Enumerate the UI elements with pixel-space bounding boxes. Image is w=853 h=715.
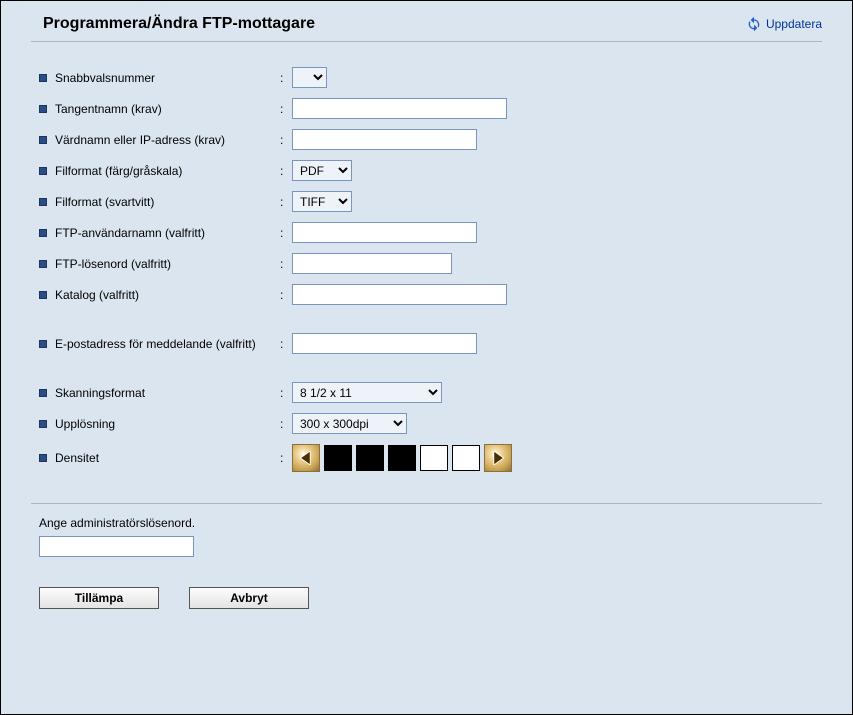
file-format-color-select[interactable]: PDF bbox=[292, 160, 352, 181]
cancel-button[interactable]: Avbryt bbox=[189, 587, 309, 609]
colon: : bbox=[280, 133, 292, 147]
colon: : bbox=[280, 102, 292, 116]
label-catalog: Katalog (valfritt) bbox=[55, 288, 280, 302]
email-notify-input[interactable] bbox=[292, 333, 477, 354]
bullet-icon bbox=[39, 198, 47, 206]
main-frame: Programmera/Ändra FTP-mottagare Uppdater… bbox=[0, 0, 853, 715]
row-catalog: Katalog (valfritt) : bbox=[31, 279, 822, 310]
catalog-input[interactable] bbox=[292, 284, 507, 305]
label-ftp-user: FTP-användarnamn (valfritt) bbox=[55, 226, 280, 240]
label-email-notify: E-postadress för meddelande (valfritt) bbox=[55, 337, 280, 351]
label-file-format-bw: Filformat (svartvitt) bbox=[55, 195, 280, 209]
update-link[interactable]: Uppdatera bbox=[746, 16, 822, 32]
resolution-select[interactable]: 300 x 300dpi bbox=[292, 413, 407, 434]
bullet-icon bbox=[39, 136, 47, 144]
row-density: Densitet : bbox=[31, 439, 822, 477]
density-swatch-1 bbox=[324, 445, 352, 471]
ftp-password-input[interactable] bbox=[292, 253, 452, 274]
bullet-icon bbox=[39, 105, 47, 113]
row-email-notify: E-postadress för meddelande (valfritt) : bbox=[31, 328, 822, 359]
colon: : bbox=[280, 226, 292, 240]
colon: : bbox=[280, 164, 292, 178]
label-density: Densitet bbox=[55, 451, 280, 465]
ftp-user-input[interactable] bbox=[292, 222, 477, 243]
density-decrease-button[interactable] bbox=[292, 444, 320, 472]
label-host-name: Värdnamn eller IP-adress (krav) bbox=[55, 133, 280, 147]
bullet-icon bbox=[39, 260, 47, 268]
triangle-left-icon bbox=[299, 451, 313, 465]
key-name-input[interactable] bbox=[292, 98, 507, 119]
label-speed-dial: Snabbvalsnummer bbox=[55, 71, 280, 85]
speed-dial-select[interactable] bbox=[292, 67, 327, 88]
file-format-bw-select[interactable]: TIFF bbox=[292, 191, 352, 212]
row-key-name: Tangentnamn (krav) : bbox=[31, 93, 822, 124]
colon: : bbox=[280, 451, 292, 465]
label-file-format-color: Filformat (färg/gråskala) bbox=[55, 164, 280, 178]
colon: : bbox=[280, 257, 292, 271]
label-scan-format: Skanningsformat bbox=[55, 386, 280, 400]
density-swatch-4 bbox=[420, 445, 448, 471]
colon: : bbox=[280, 288, 292, 302]
colon: : bbox=[280, 337, 292, 351]
colon: : bbox=[280, 417, 292, 431]
density-swatch-2 bbox=[356, 445, 384, 471]
scan-format-select[interactable]: 8 1/2 x 11 bbox=[292, 382, 442, 403]
update-link-label: Uppdatera bbox=[766, 17, 822, 31]
divider bbox=[31, 41, 822, 42]
row-file-format-bw: Filformat (svartvitt) : TIFF bbox=[31, 186, 822, 217]
label-ftp-password: FTP-lösenord (valfritt) bbox=[55, 257, 280, 271]
triangle-right-icon bbox=[491, 451, 505, 465]
refresh-icon bbox=[746, 16, 762, 32]
divider bbox=[31, 503, 822, 504]
row-ftp-password: FTP-lösenord (valfritt) : bbox=[31, 248, 822, 279]
admin-password-input[interactable] bbox=[39, 536, 194, 557]
row-file-format-color: Filformat (färg/gråskala) : PDF bbox=[31, 155, 822, 186]
row-host-name: Värdnamn eller IP-adress (krav) : bbox=[31, 124, 822, 155]
header: Programmera/Ändra FTP-mottagare Uppdater… bbox=[31, 11, 822, 41]
bullet-icon bbox=[39, 389, 47, 397]
colon: : bbox=[280, 71, 292, 85]
label-resolution: Upplösning bbox=[55, 417, 280, 431]
row-speed-dial: Snabbvalsnummer : bbox=[31, 62, 822, 93]
row-ftp-user: FTP-användarnamn (valfritt) : bbox=[31, 217, 822, 248]
colon: : bbox=[280, 195, 292, 209]
host-name-input[interactable] bbox=[292, 129, 477, 150]
admin-password-prompt: Ange administratörslösenord. bbox=[31, 516, 822, 530]
bullet-icon bbox=[39, 167, 47, 175]
bullet-icon bbox=[39, 74, 47, 82]
apply-button[interactable]: Tillämpa bbox=[39, 587, 159, 609]
bullet-icon bbox=[39, 229, 47, 237]
density-swatch-3 bbox=[388, 445, 416, 471]
bullet-icon bbox=[39, 291, 47, 299]
button-row: Tillämpa Avbryt bbox=[39, 587, 822, 609]
bullet-icon bbox=[39, 454, 47, 462]
page-title: Programmera/Ändra FTP-mottagare bbox=[43, 15, 315, 33]
density-increase-button[interactable] bbox=[484, 444, 512, 472]
bullet-icon bbox=[39, 420, 47, 428]
row-scan-format: Skanningsformat : 8 1/2 x 11 bbox=[31, 377, 822, 408]
row-resolution: Upplösning : 300 x 300dpi bbox=[31, 408, 822, 439]
bullet-icon bbox=[39, 340, 47, 348]
colon: : bbox=[280, 386, 292, 400]
label-key-name: Tangentnamn (krav) bbox=[55, 102, 280, 116]
density-swatch-5 bbox=[452, 445, 480, 471]
